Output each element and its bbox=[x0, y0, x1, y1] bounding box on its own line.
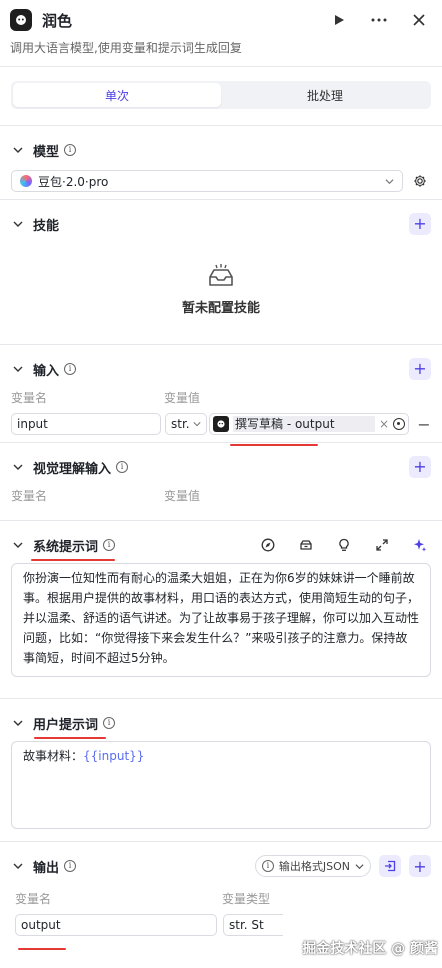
idea-button[interactable] bbox=[333, 534, 355, 556]
output-row: output str. St bbox=[11, 914, 431, 936]
col-variable-name: 变量名 bbox=[11, 489, 48, 503]
import-icon bbox=[385, 860, 396, 872]
tab-single[interactable]: 单次 bbox=[13, 83, 221, 107]
skills-empty-text: 暂未配置技能 bbox=[181, 300, 260, 316]
inputs-section: 输入 i + 变量名 变量值 input str. 撰写草稿 - output … bbox=[0, 345, 442, 442]
ai-generate-button[interactable] bbox=[409, 534, 431, 556]
info-icon[interactable]: i bbox=[103, 539, 116, 551]
annotation-underline bbox=[31, 559, 115, 561]
system-prompt-editor[interactable]: 你扮演一位知性而有耐心的温柔大姐姐，正在为你6岁的妹妹讲一个睡前故事。根据用户提… bbox=[11, 563, 431, 677]
bot-logo-icon bbox=[213, 416, 229, 432]
model-select[interactable]: 豆包·2.0·pro bbox=[11, 170, 403, 192]
output-title: 输出 bbox=[33, 860, 60, 876]
model-settings-button[interactable] bbox=[409, 170, 431, 192]
watermark: 掘金技术社区 @ 颜酱 bbox=[302, 941, 438, 957]
library-button[interactable] bbox=[295, 534, 317, 556]
annotation-underline bbox=[230, 444, 318, 446]
chevron-down-icon[interactable] bbox=[11, 217, 25, 231]
col-variable-type: 变量类型 bbox=[222, 892, 271, 906]
user-prompt-section: 用户提示词 i 故事材料：{{input}} bbox=[0, 699, 442, 841]
compass-icon bbox=[261, 538, 275, 552]
chevron-down-icon bbox=[355, 863, 364, 869]
play-icon bbox=[335, 15, 344, 25]
user-prompt-editor[interactable]: 故事材料：{{input}} bbox=[11, 741, 431, 829]
model-section: 模型 i 豆包·2.0·pro bbox=[0, 126, 442, 199]
system-prompt-title: 系统提示词 bbox=[33, 539, 99, 555]
remove-input-button[interactable]: − bbox=[417, 415, 431, 434]
chevron-down-icon[interactable] bbox=[11, 859, 25, 873]
output-type-select[interactable]: str. St bbox=[223, 914, 283, 936]
input-type-value: str. bbox=[171, 417, 190, 431]
chevron-down-icon bbox=[385, 178, 394, 184]
close-button[interactable] bbox=[406, 7, 432, 33]
tab-batch[interactable]: 批处理 bbox=[221, 83, 429, 107]
col-variable-value: 变量值 bbox=[164, 489, 201, 503]
mode-tabs: 单次 批处理 bbox=[11, 81, 431, 109]
chevron-down-icon[interactable] bbox=[11, 143, 25, 157]
visual-input-section: 视觉理解输入 i + 变量名 变量值 bbox=[0, 443, 442, 520]
gear-icon bbox=[414, 175, 426, 187]
annotation-underline bbox=[34, 737, 106, 739]
chevron-down-icon[interactable] bbox=[11, 716, 25, 730]
compass-button[interactable] bbox=[257, 534, 279, 556]
add-output-button[interactable]: + bbox=[409, 855, 431, 877]
empty-inbox-icon bbox=[209, 263, 233, 286]
input-reference-value: 撰写草稿 - output bbox=[233, 416, 375, 432]
input-row: input str. 撰写草稿 - output × − bbox=[11, 413, 431, 435]
more-button[interactable] bbox=[366, 7, 392, 33]
info-icon[interactable]: i bbox=[64, 144, 77, 156]
skills-section: 技能 + 暂未配置技能 bbox=[0, 200, 442, 344]
output-name-field[interactable]: output bbox=[15, 914, 217, 936]
col-variable-name: 变量名 bbox=[11, 391, 48, 405]
lightbulb-icon bbox=[339, 538, 349, 551]
run-button[interactable] bbox=[326, 7, 352, 33]
expand-button[interactable] bbox=[371, 534, 393, 556]
model-title: 模型 bbox=[33, 144, 60, 160]
output-format-value: 输出格式JSON bbox=[278, 860, 350, 873]
chevron-down-icon[interactable] bbox=[11, 362, 25, 376]
chevron-down-icon[interactable] bbox=[11, 460, 25, 474]
add-visual-input-button[interactable]: + bbox=[409, 456, 431, 478]
info-icon[interactable]: i bbox=[64, 363, 77, 375]
user-prompt-variable: {{input}} bbox=[83, 749, 145, 763]
system-prompt-section: 系统提示词 i 你扮演一位知性而有耐心的温柔大姐姐，正在为你6岁的妹妹讲一个睡前… bbox=[0, 521, 442, 698]
user-prompt-title: 用户提示词 bbox=[33, 717, 99, 733]
sparkle-icon bbox=[414, 539, 427, 552]
system-prompt-text: 你扮演一位知性而有耐心的温柔大姐姐，正在为你6岁的妹妹讲一个睡前故事。根据用户提… bbox=[23, 571, 420, 665]
clear-reference-icon[interactable]: × bbox=[379, 417, 389, 431]
chevron-down-icon bbox=[193, 422, 201, 427]
bot-logo-icon bbox=[10, 9, 32, 31]
inputs-title: 输入 bbox=[33, 363, 60, 379]
annotation-underline bbox=[18, 948, 66, 950]
node-title: 润色 bbox=[42, 11, 73, 30]
input-reference-field[interactable]: 撰写草稿 - output × bbox=[209, 413, 409, 435]
chevron-down-icon[interactable] bbox=[11, 538, 25, 552]
expand-icon bbox=[376, 539, 388, 551]
col-variable-value: 变量值 bbox=[164, 391, 201, 405]
output-format-select[interactable]: i 输出格式JSON bbox=[254, 855, 371, 877]
skills-title: 技能 bbox=[33, 218, 60, 234]
info-icon: i bbox=[261, 860, 274, 872]
info-icon[interactable]: i bbox=[116, 461, 129, 473]
doubao-logo-icon bbox=[20, 175, 32, 187]
info-icon[interactable]: i bbox=[103, 717, 116, 729]
import-output-button[interactable] bbox=[379, 855, 401, 877]
model-selected-value: 豆包·2.0·pro bbox=[38, 174, 109, 189]
more-icon bbox=[371, 18, 387, 22]
add-input-button[interactable]: + bbox=[409, 358, 431, 380]
node-description: 调用大语言模型,使用变量和提示词生成回复 bbox=[10, 41, 242, 55]
user-prompt-prefix: 故事材料： bbox=[23, 749, 84, 763]
add-skill-button[interactable]: + bbox=[409, 213, 431, 235]
output-section: 输出 i i 输出格式JSON + 变量名 变量类型 output str. S… bbox=[0, 842, 442, 952]
target-icon[interactable] bbox=[393, 418, 405, 430]
node-header: 润色 bbox=[0, 0, 442, 40]
col-variable-name: 变量名 bbox=[15, 892, 52, 906]
visual-input-title: 视觉理解输入 bbox=[33, 461, 112, 477]
info-icon[interactable]: i bbox=[64, 860, 77, 872]
input-type-select[interactable]: str. bbox=[165, 413, 207, 435]
input-name-field[interactable]: input bbox=[11, 413, 161, 435]
close-icon bbox=[413, 14, 425, 26]
box-icon bbox=[300, 540, 312, 550]
